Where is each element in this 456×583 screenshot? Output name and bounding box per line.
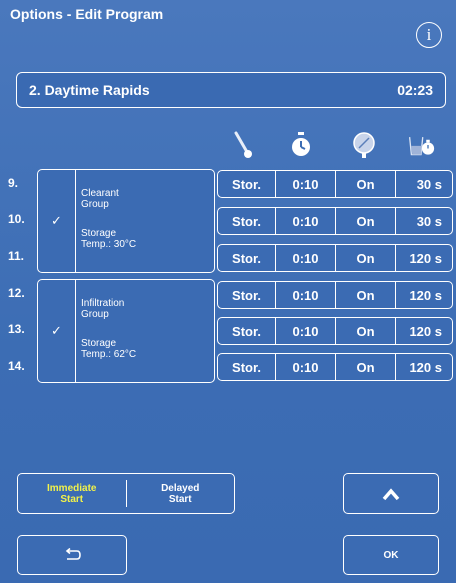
- time-cell[interactable]: 0:10: [276, 282, 336, 308]
- pv-cell[interactable]: On: [336, 282, 396, 308]
- step-row[interactable]: Stor. 0:10 On 120 s: [217, 317, 453, 345]
- pv-cell[interactable]: On: [336, 354, 396, 380]
- step-row[interactable]: Stor. 0:10 On 120 s: [217, 244, 453, 272]
- info-icon: i: [426, 25, 432, 44]
- drip-cell[interactable]: 30 s: [396, 208, 452, 234]
- temp-cell[interactable]: Stor.: [218, 354, 276, 380]
- delayed-start-line2: Start: [168, 493, 192, 505]
- step-row[interactable]: Stor. 0:10 On 30 s: [217, 207, 453, 235]
- group-storage-temp: Storage Temp.: 30°C: [81, 228, 137, 250]
- window-title: Options - Edit Program: [10, 6, 164, 22]
- ok-button[interactable]: OK: [343, 535, 439, 575]
- chevron-up-icon: [382, 487, 400, 500]
- return-arrow-icon: [65, 548, 81, 560]
- time-cell[interactable]: 0:10: [276, 208, 336, 234]
- delayed-start-line1: Delayed: [161, 482, 200, 494]
- pressure-vacuum-icon: [353, 132, 375, 158]
- step-number: 14.: [8, 359, 25, 373]
- time-cell[interactable]: 0:10: [276, 354, 336, 380]
- program-duration: 02:23: [397, 82, 433, 98]
- step-number: 13.: [8, 322, 25, 336]
- immediate-start-button[interactable]: Immediate Start: [18, 480, 127, 507]
- step-row[interactable]: Stor. 0:10 On 120 s: [217, 281, 453, 309]
- pv-cell[interactable]: On: [336, 245, 396, 271]
- thermometer-icon: [234, 131, 252, 158]
- program-name: 2. Daytime Rapids: [29, 82, 150, 98]
- step-row[interactable]: Stor. 0:10 On 30 s: [217, 170, 453, 198]
- drip-cell[interactable]: 30 s: [396, 171, 452, 197]
- pv-cell[interactable]: On: [336, 208, 396, 234]
- group-label: Infiltration Group: [81, 298, 125, 320]
- step-number: 11.: [8, 249, 25, 263]
- start-mode-toggle: Immediate Start Delayed Start: [17, 473, 235, 514]
- step-row[interactable]: Stor. 0:10 On 120 s: [217, 353, 453, 381]
- time-cell[interactable]: 0:10: [276, 171, 336, 197]
- drain-timer-icon: [408, 137, 435, 156]
- group-infiltration[interactable]: ✓ Infiltration Group Storage Temp.: 62°C: [37, 279, 215, 383]
- stopwatch-icon: [292, 132, 310, 156]
- group-storage-temp: Storage Temp.: 62°C: [81, 338, 137, 360]
- immediate-start-line1: Immediate: [47, 482, 97, 494]
- immediate-start-line2: Start: [60, 493, 84, 505]
- drip-cell[interactable]: 120 s: [396, 318, 452, 344]
- drip-cell[interactable]: 120 s: [396, 354, 452, 380]
- group-clearant[interactable]: ✓ Clearant Group Storage Temp.: 30°C: [37, 169, 215, 273]
- back-button[interactable]: [17, 535, 127, 575]
- temp-cell[interactable]: Stor.: [218, 318, 276, 344]
- temp-cell[interactable]: Stor.: [218, 282, 276, 308]
- temp-cell[interactable]: Stor.: [218, 171, 276, 197]
- edit-program-screen: Options - Edit Program i 2. Daytime Rapi…: [0, 0, 456, 583]
- time-cell[interactable]: 0:10: [276, 245, 336, 271]
- drip-cell[interactable]: 120 s: [396, 245, 452, 271]
- step-number: 12.: [8, 286, 25, 300]
- pv-cell[interactable]: On: [336, 171, 396, 197]
- pv-cell[interactable]: On: [336, 318, 396, 344]
- check-icon: ✓: [38, 170, 76, 272]
- info-button[interactable]: i: [416, 22, 442, 48]
- step-number: 10.: [8, 212, 25, 226]
- step-number: 9.: [8, 176, 19, 190]
- time-cell[interactable]: 0:10: [276, 318, 336, 344]
- temp-cell[interactable]: Stor.: [218, 208, 276, 234]
- group-label: Clearant Group: [81, 188, 119, 210]
- temp-cell[interactable]: Stor.: [218, 245, 276, 271]
- delayed-start-button[interactable]: Delayed Start: [127, 474, 235, 513]
- scroll-up-button[interactable]: [343, 473, 439, 514]
- drip-cell[interactable]: 120 s: [396, 282, 452, 308]
- check-icon: ✓: [38, 280, 76, 382]
- program-selector[interactable]: 2. Daytime Rapids 02:23: [16, 72, 446, 108]
